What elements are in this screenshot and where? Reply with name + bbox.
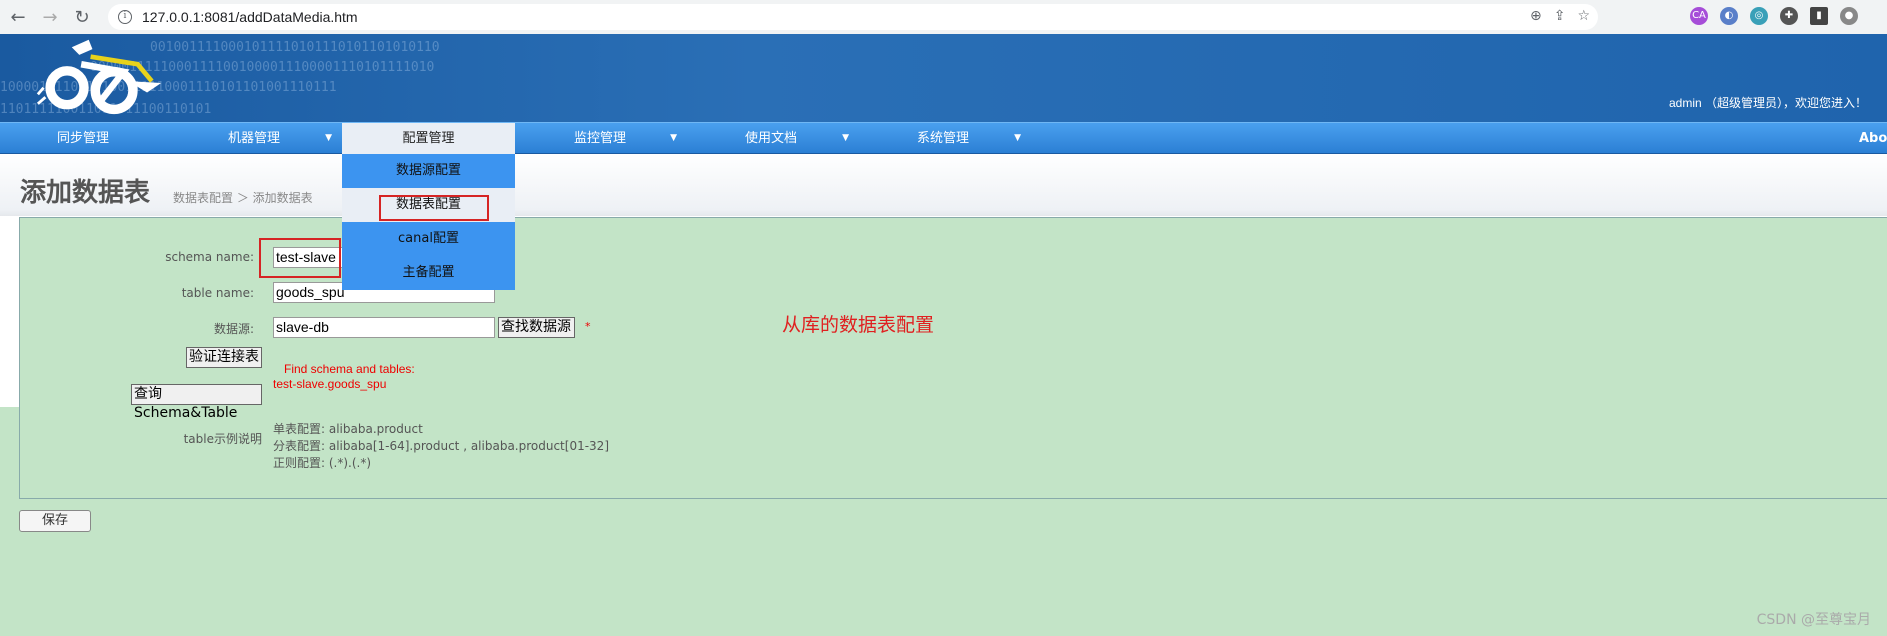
share-icon[interactable]: ⇪ <box>1554 8 1566 24</box>
url-text[interactable]: 127.0.0.1:8081/addDataMedia.htm <box>142 9 358 25</box>
nav-label: 使用文档 <box>744 131 797 146</box>
nav-label: 机器管理 <box>227 131 280 146</box>
nav-item-about[interactable]: Abo <box>1859 123 1887 154</box>
data-source-label: 数据源: <box>213 322 254 336</box>
nav-item-monitor[interactable]: 监控管理 ▼ <box>515 123 685 154</box>
profile-avatar-icon[interactable]: ● <box>1840 7 1858 25</box>
table-name-label: table name: <box>181 286 254 300</box>
welcome-text: admin （超级管理员），欢迎您进入！ <box>1668 96 1867 110</box>
example-line-regex: 正则配置: (.*).(.*) <box>273 456 372 470</box>
nav-item-config[interactable]: 配置管理 <box>342 123 515 154</box>
main-nav: 同步管理 机器管理 ▼ 配置管理 监控管理 ▼ 使用文档 ▼ 系统管理 ▼ Ab… <box>0 122 1887 154</box>
page-title: 添加数据表 <box>20 178 151 208</box>
browser-toolbar: ← → ↻ i 127.0.0.1:8081/addDataMedia.htm … <box>0 0 1887 34</box>
header-banner: 0010011110001011110101110101101010110 00… <box>0 34 1887 122</box>
example-line-single: 单表配置: alibaba.product <box>273 422 423 436</box>
table-example-label: table示例说明 <box>183 432 262 446</box>
bookmark-star-icon[interactable]: ☆ <box>1577 8 1590 24</box>
otter-logo-icon <box>36 39 162 115</box>
sidepanel-icon[interactable]: ▮ <box>1810 7 1828 25</box>
nav-item-docs[interactable]: 使用文档 ▼ <box>685 123 857 154</box>
chevron-down-icon: ▼ <box>1014 133 1021 143</box>
chevron-down-icon: ▼ <box>842 133 849 143</box>
forward-icon[interactable]: → <box>36 3 64 31</box>
watermark: CSDN @至尊宝月 <box>1756 612 1871 628</box>
data-source-input[interactable]: slave-db <box>273 317 495 338</box>
find-result-value: test-slave.goods_spu <box>273 377 387 391</box>
nav-label: 同步管理 <box>56 131 109 146</box>
chevron-down-icon: ▼ <box>325 133 332 143</box>
address-bar[interactable]: i 127.0.0.1:8081/addDataMedia.htm ⊕ ⇪ ☆ <box>108 4 1598 30</box>
binary-decor-1: 0010011110001011110101110101101010110 <box>150 40 440 55</box>
config-dropdown-menu: 数据源配置 数据表配置 canal配置 主备配置 <box>342 154 515 290</box>
schema-name-label: schema name: <box>165 250 254 264</box>
query-schema-table-button[interactable]: 查询Schema&Table <box>131 384 262 421</box>
nav-item-sync[interactable]: 同步管理 <box>0 123 166 154</box>
extension-blue-icon[interactable]: ◐ <box>1720 7 1738 25</box>
nav-label: 配置管理 <box>402 131 455 146</box>
annotation-text: 从库的数据表配置 <box>782 314 935 336</box>
breadcrumb[interactable]: 数据表配置 ＞ 添加数据表 <box>173 189 313 206</box>
save-button[interactable]: 保存 <box>19 510 91 532</box>
table-example-text: 单表配置: alibaba.product 分表配置: alibaba[1-64… <box>273 421 609 472</box>
dropdown-highlight-box <box>379 195 489 221</box>
nav-label: 监控管理 <box>573 131 626 146</box>
verify-connection-button[interactable]: 验证连接表 <box>186 347 262 368</box>
dropdown-item-datasource[interactable]: 数据源配置 <box>342 154 515 188</box>
reload-icon[interactable]: ↻ <box>68 3 96 31</box>
zoom-icon[interactable]: ⊕ <box>1530 8 1542 24</box>
nav-item-system[interactable]: 系统管理 ▼ <box>857 123 1029 154</box>
required-star: * <box>585 320 591 333</box>
back-icon[interactable]: ← <box>4 3 32 31</box>
schema-highlight-box <box>259 238 341 278</box>
extensions-puzzle-icon[interactable]: ✚ <box>1780 7 1798 25</box>
chevron-down-icon: ▼ <box>670 133 677 143</box>
page-header <box>0 154 1887 216</box>
extension-teal-icon[interactable]: ◎ <box>1750 7 1768 25</box>
find-source-button[interactable]: 查找数据源 <box>498 317 575 338</box>
dropdown-item-standby[interactable]: 主备配置 <box>342 256 515 290</box>
nav-label: 系统管理 <box>916 131 969 146</box>
find-result-title: Find schema and tables: <box>284 362 415 376</box>
dropdown-item-canal[interactable]: canal配置 <box>342 222 515 256</box>
example-line-sharded: 分表配置: alibaba[1-64].product , alibaba.pr… <box>273 439 609 453</box>
info-icon[interactable]: i <box>118 10 132 24</box>
extension-ca-icon[interactable]: CA <box>1690 7 1708 25</box>
nav-item-machine[interactable]: 机器管理 ▼ <box>166 123 342 154</box>
